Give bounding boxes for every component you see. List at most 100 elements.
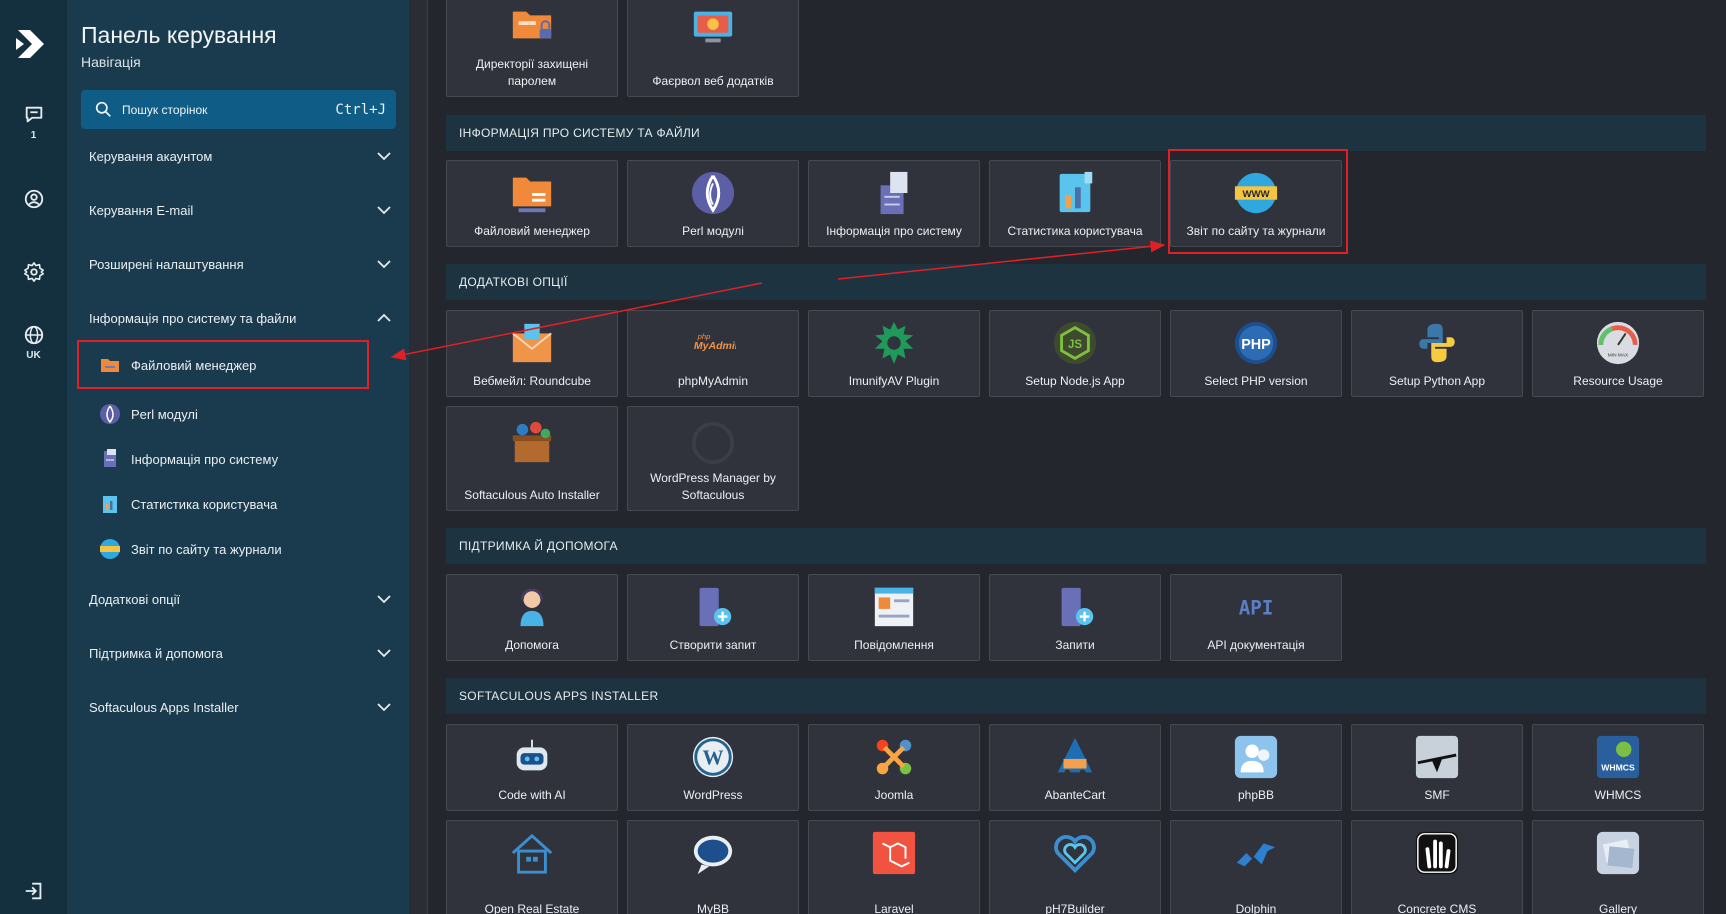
app-logo-icon[interactable]	[14, 24, 50, 64]
rail-settings[interactable]	[0, 261, 67, 283]
tile-user-stats[interactable]: Статистика користувача	[989, 160, 1161, 247]
tile-label: Інформація про систему	[826, 224, 962, 238]
nav-item-label: Звіт по сайту та журнали	[131, 541, 282, 557]
tile-mybb[interactable]: MyBB	[627, 820, 799, 914]
nav-section-system-files[interactable]: Інформація про систему та файли	[89, 303, 391, 333]
tile-roundcube[interactable]: Вебмейл: Roundcube	[446, 310, 618, 397]
section-header-support: ПІДТРИМКА Й ДОПОМОГА	[446, 528, 1706, 564]
tile-label: Laravel	[874, 902, 914, 914]
tile-whmcs[interactable]: WHMCS WHMCS	[1532, 724, 1704, 811]
tile-open-real-estate[interactable]: Open Real Estate	[446, 820, 618, 914]
nav-section-email[interactable]: Керування E-mail	[89, 195, 391, 225]
left-rail: 1 UK	[0, 0, 67, 914]
nav-item-label: Файловий менеджер	[131, 357, 257, 373]
firewall-monitor-icon	[689, 3, 737, 51]
tile-label: Concrete CMS	[1397, 902, 1477, 914]
tile-phpmyadmin[interactable]: phpMyAdmin phpMyAdmin	[627, 310, 799, 397]
nav-section-extra-options[interactable]: Додаткові опції	[89, 584, 391, 614]
chevron-down-icon	[377, 152, 391, 161]
search-box[interactable]: Ctrl+J	[81, 90, 396, 129]
tile-system-info[interactable]: Інформація про систему	[808, 160, 980, 247]
joomla-icon	[870, 733, 918, 781]
nav-item-system-info[interactable]: Інформація про систему	[99, 441, 389, 477]
tile-file-manager[interactable]: Файловий менеджер	[446, 160, 618, 247]
nodejs-icon: JS	[1051, 319, 1099, 367]
nav-section-account[interactable]: Керування акаунтом	[89, 141, 391, 171]
nav-section-support[interactable]: Підтримка й допомога	[89, 638, 391, 668]
tile-python[interactable]: Setup Python App	[1351, 310, 1523, 397]
nav-section-advanced[interactable]: Розширені налаштування	[89, 249, 391, 279]
rail-logout[interactable]	[0, 880, 67, 902]
tile-perl-modules[interactable]: Perl модулі	[627, 160, 799, 247]
tile-label: Setup Python App	[1388, 374, 1486, 388]
php-text: PHP	[1241, 337, 1271, 353]
nav-section-label: Підтримка й допомога	[89, 645, 223, 661]
tile-code-with-ai[interactable]: Code with AI	[446, 724, 618, 811]
tile-label: phpBB	[1237, 788, 1275, 802]
tile-label: ImunifyAV Plugin	[848, 374, 940, 388]
nav-item-site-report[interactable]: Звіт по сайту та журнали	[99, 531, 389, 567]
tile-help[interactable]: Допомога	[446, 574, 618, 661]
tile-laravel[interactable]: Laravel	[808, 820, 980, 914]
tile-wp-manager[interactable]: WordPress Manager by Softaculous	[627, 406, 799, 511]
tile-joomla[interactable]: Joomla	[808, 724, 980, 811]
tile-waf[interactable]: Фаєрвол веб додатків	[627, 0, 799, 97]
wordpress-icon: W	[689, 733, 737, 781]
tile-php-version[interactable]: PHP Select PHP version	[1170, 310, 1342, 397]
tile-label: Фаєрвол веб додатків	[652, 74, 774, 88]
tile-smf[interactable]: SMF	[1351, 724, 1523, 811]
rail-profile[interactable]	[0, 188, 67, 210]
tile-dolphin[interactable]: Dolphin	[1170, 820, 1342, 914]
tile-protected-dirs[interactable]: Директорії захищені паролем	[446, 0, 618, 97]
tile-softaculous-auto[interactable]: Softaculous Auto Installer	[446, 406, 618, 511]
nav-section-softaculous[interactable]: Softaculous Apps Installer	[89, 692, 391, 722]
hand-icon	[1413, 829, 1461, 877]
chat-badge: 1	[30, 130, 37, 141]
tile-abantecart[interactable]: AbanteCart	[989, 724, 1161, 811]
heart-icon	[1051, 829, 1099, 877]
api-text: API	[1239, 597, 1274, 620]
nav-section-label: Інформація про систему та файли	[89, 310, 297, 326]
tile-gallery[interactable]: Gallery	[1532, 820, 1704, 914]
nav-item-file-manager[interactable]: Файловий менеджер	[99, 347, 389, 383]
api-icon: API	[1232, 583, 1280, 631]
tile-label: WHMCS	[1594, 788, 1642, 802]
tile-announcements[interactable]: Повідомлення	[808, 574, 980, 661]
onion-icon	[99, 403, 121, 425]
section-header-extra-options: ДОДАТКОВІ ОПЦІЇ	[446, 264, 1706, 300]
tile-label: Запити	[1055, 638, 1095, 652]
nav-section-label: Керування акаунтом	[89, 148, 213, 164]
nav-item-user-stats[interactable]: Статистика користувача	[99, 486, 389, 522]
tile-concrete-cms[interactable]: Concrete CMS	[1351, 820, 1523, 914]
server-doc-icon	[870, 169, 918, 217]
search-input[interactable]	[122, 102, 336, 117]
tile-label: Code with AI	[498, 788, 566, 802]
tile-imunifyav[interactable]: ImunifyAV Plugin	[808, 310, 980, 397]
rail-language[interactable]: UK	[0, 324, 67, 361]
announcement-icon	[870, 583, 918, 631]
nav-item-perl-modules[interactable]: Perl модулі	[99, 396, 389, 432]
nav-title: Панель керування	[81, 22, 277, 48]
tile-label: Gallery	[1598, 902, 1637, 914]
tile-create-ticket[interactable]: Створити запит	[627, 574, 799, 661]
mybb-icon	[689, 829, 737, 877]
scrollbar-track[interactable]	[409, 0, 428, 914]
rail-chat[interactable]: 1	[0, 104, 67, 141]
stats-icon	[99, 493, 121, 515]
server-doc-icon	[99, 448, 121, 470]
tile-resource-usage[interactable]: MIN MAX Resource Usage	[1532, 310, 1704, 397]
tile-ph7builder[interactable]: pH7Builder	[989, 820, 1161, 914]
tile-api-docs[interactable]: API API документація	[1170, 574, 1342, 661]
section-header-softaculous: SOFTACULOUS APPS INSTALLER	[446, 678, 1706, 714]
nav-item-label: Інформація про систему	[131, 451, 279, 467]
tile-label: Open Real Estate	[484, 902, 580, 914]
tile-nodejs[interactable]: JS Setup Node.js App	[989, 310, 1161, 397]
tile-wordpress[interactable]: W WordPress	[627, 724, 799, 811]
tile-tickets[interactable]: Запити	[989, 574, 1161, 661]
tile-phpbb[interactable]: phpBB	[1170, 724, 1342, 811]
gallery-icon	[1594, 829, 1642, 877]
tile-label: Директорії захищені паролем	[475, 57, 589, 88]
nav-section-label: Додаткові опції	[89, 591, 181, 607]
tile-label: AbanteCart	[1044, 788, 1106, 802]
tile-label: Setup Node.js App	[1025, 374, 1125, 388]
